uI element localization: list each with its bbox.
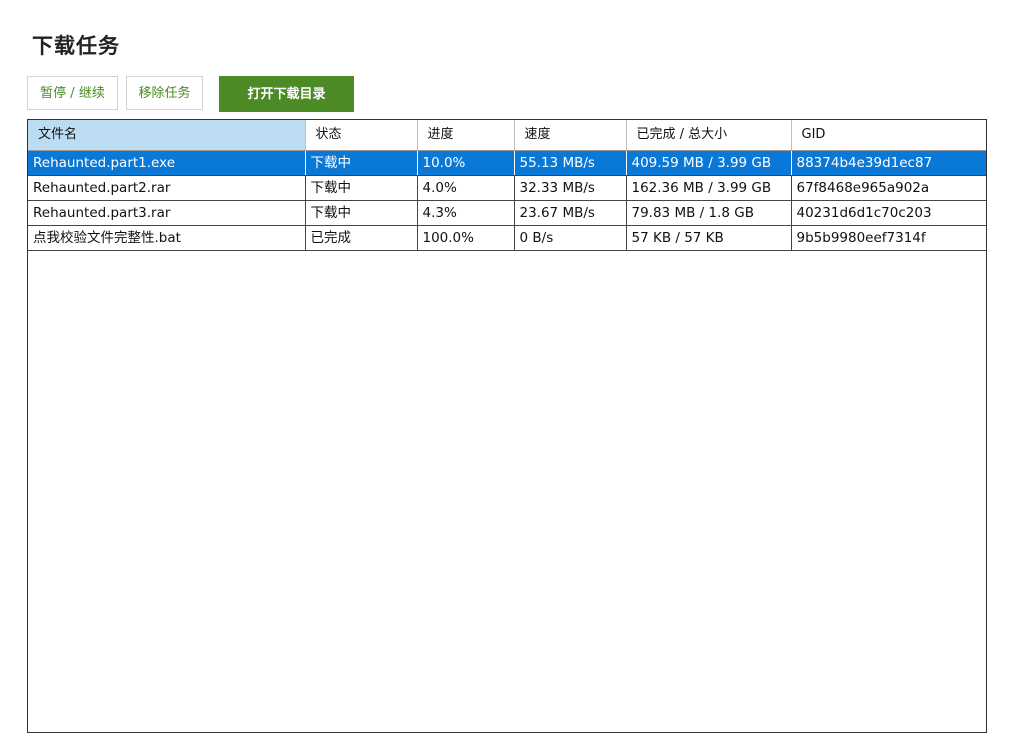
- cell-progress: 4.3%: [417, 200, 515, 226]
- cell-progress: 100.0%: [417, 225, 515, 251]
- column-header-filename[interactable]: 文件名: [28, 120, 306, 151]
- task-table: 文件名 状态 进度 速度 已完成 / 总大小 GID Rehaunted.part1.ex…: [28, 120, 986, 251]
- column-header-progress[interactable]: 进度: [417, 120, 515, 151]
- task-list[interactable]: 文件名 状态 进度 速度 已完成 / 总大小 GID Rehaunted.part1.ex…: [27, 119, 987, 733]
- column-header-gid[interactable]: GID: [791, 120, 986, 151]
- table-row[interactable]: Rehaunted.part1.exe 下载中 10.0% 55.13 MB/s 409…: [28, 150, 986, 176]
- page-title: 下载任务: [32, 34, 120, 58]
- cell-completed-total: 409.59 MB / 3.99 GB: [626, 150, 792, 176]
- cell-gid: 40231d6d1c70c203: [791, 200, 986, 226]
- download-tasks-page: 下载任务 暂停 / 继续 移除任务 打开下载目录 文件名 状态 进度 速度 已完成 / …: [0, 0, 1014, 750]
- cell-progress: 4.0%: [417, 175, 515, 201]
- column-header-completed-total[interactable]: 已完成 / 总大小: [626, 120, 792, 151]
- cell-completed-total: 162.36 MB / 3.99 GB: [626, 175, 792, 201]
- table-row[interactable]: 点我校验文件完整性.bat 已完成 100.0% 0 B/s 57 KB / 57 KB…: [28, 225, 986, 251]
- cell-status: 已完成: [305, 225, 418, 251]
- cell-speed: 55.13 MB/s: [514, 150, 627, 176]
- cell-filename: Rehaunted.part1.exe: [28, 150, 306, 176]
- table-row[interactable]: Rehaunted.part3.rar 下载中 4.3% 23.67 MB/s 79.8…: [28, 200, 986, 226]
- table-header-row: 文件名 状态 进度 速度 已完成 / 总大小 GID: [28, 120, 986, 151]
- cell-filename: 点我校验文件完整性.bat: [28, 225, 306, 251]
- cell-speed: 32.33 MB/s: [514, 175, 627, 201]
- cell-progress: 10.0%: [417, 150, 515, 176]
- pause-resume-button[interactable]: 暂停 / 继续: [27, 76, 118, 110]
- cell-status: 下载中: [305, 200, 418, 226]
- remove-task-button[interactable]: 移除任务: [126, 76, 203, 110]
- cell-speed: 0 B/s: [514, 225, 627, 251]
- cell-gid: 9b5b9980eef7314f: [791, 225, 986, 251]
- cell-completed-total: 57 KB / 57 KB: [626, 225, 792, 251]
- cell-filename: Rehaunted.part3.rar: [28, 200, 306, 226]
- cell-status: 下载中: [305, 175, 418, 201]
- cell-speed: 23.67 MB/s: [514, 200, 627, 226]
- cell-gid: 67f8468e965a902a: [791, 175, 986, 201]
- cell-gid: 88374b4e39d1ec87: [791, 150, 986, 176]
- open-download-folder-button[interactable]: 打开下载目录: [219, 76, 354, 112]
- table-body: Rehaunted.part1.exe 下载中 10.0% 55.13 MB/s 409…: [28, 150, 986, 251]
- cell-completed-total: 79.83 MB / 1.8 GB: [626, 200, 792, 226]
- table-row[interactable]: Rehaunted.part2.rar 下载中 4.0% 32.33 MB/s 162.…: [28, 175, 986, 201]
- column-header-speed[interactable]: 速度: [514, 120, 627, 151]
- cell-filename: Rehaunted.part2.rar: [28, 175, 306, 201]
- column-header-status[interactable]: 状态: [305, 120, 418, 151]
- cell-status: 下载中: [305, 150, 418, 176]
